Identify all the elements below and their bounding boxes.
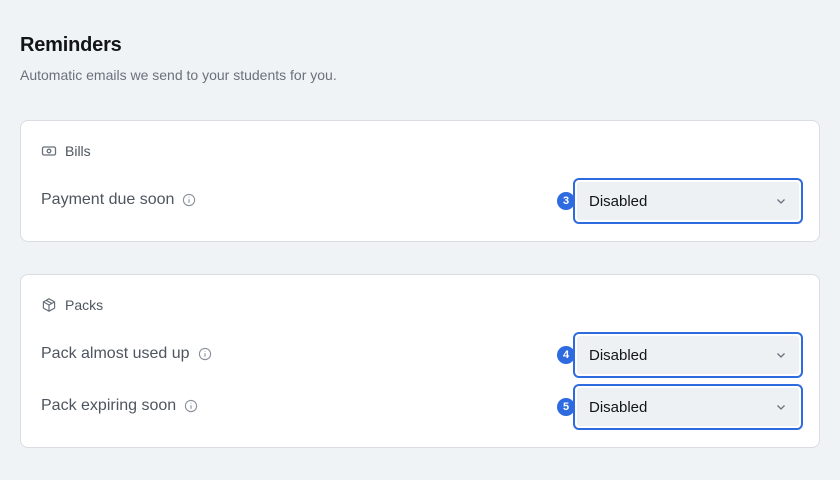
pack-almost-used-up-row: Pack almost used up xyxy=(41,345,212,363)
annotation-badge: 5 xyxy=(557,398,575,416)
info-icon[interactable] xyxy=(184,399,198,413)
select-value: Disabled xyxy=(589,398,648,416)
annotation-badge: 3 xyxy=(557,192,575,210)
bills-section-title: Bills xyxy=(65,143,91,159)
annotation-badge: 4 xyxy=(557,346,575,364)
select-control[interactable]: Disabled xyxy=(577,388,799,426)
packs-section-title: Packs xyxy=(65,297,104,313)
payment-due-soon-label: Payment due soon xyxy=(41,191,175,208)
reminders-page: Reminders Automatic emails we send to yo… xyxy=(0,0,840,480)
pack-expiring-soon-row: Pack expiring soon xyxy=(41,397,198,415)
info-icon[interactable] xyxy=(198,347,212,361)
select-value: Disabled xyxy=(589,192,648,210)
select-control[interactable]: Disabled xyxy=(577,336,799,374)
chevron-down-icon xyxy=(775,401,787,413)
pack-almost-used-up-label: Pack almost used up xyxy=(41,345,190,362)
chevron-down-icon xyxy=(775,349,787,361)
banknote-icon xyxy=(41,143,57,159)
select-value: Disabled xyxy=(589,346,648,364)
pack-expiring-soon-label: Pack expiring soon xyxy=(41,397,177,414)
page-subtitle: Automatic emails we send to your student… xyxy=(20,67,337,83)
page-title: Reminders xyxy=(20,34,122,56)
pack-expiring-soon-select[interactable]: 5 Disabled xyxy=(557,384,803,430)
pack-almost-used-up-select[interactable]: 4 Disabled xyxy=(557,332,803,378)
payment-due-soon-select[interactable]: 3 Disabled xyxy=(557,178,803,224)
packs-section-header: Packs xyxy=(41,297,103,313)
package-icon xyxy=(41,297,57,313)
info-icon[interactable] xyxy=(182,193,196,207)
payment-due-soon-row: Payment due soon xyxy=(41,191,196,209)
bills-card: Bills Payment due soon 3 Disabled xyxy=(20,120,820,242)
chevron-down-icon xyxy=(775,195,787,207)
select-control[interactable]: Disabled xyxy=(577,182,799,220)
bills-section-header: Bills xyxy=(41,143,91,159)
packs-card: Packs Pack almost used up 4 Disabled Pac… xyxy=(20,274,820,448)
